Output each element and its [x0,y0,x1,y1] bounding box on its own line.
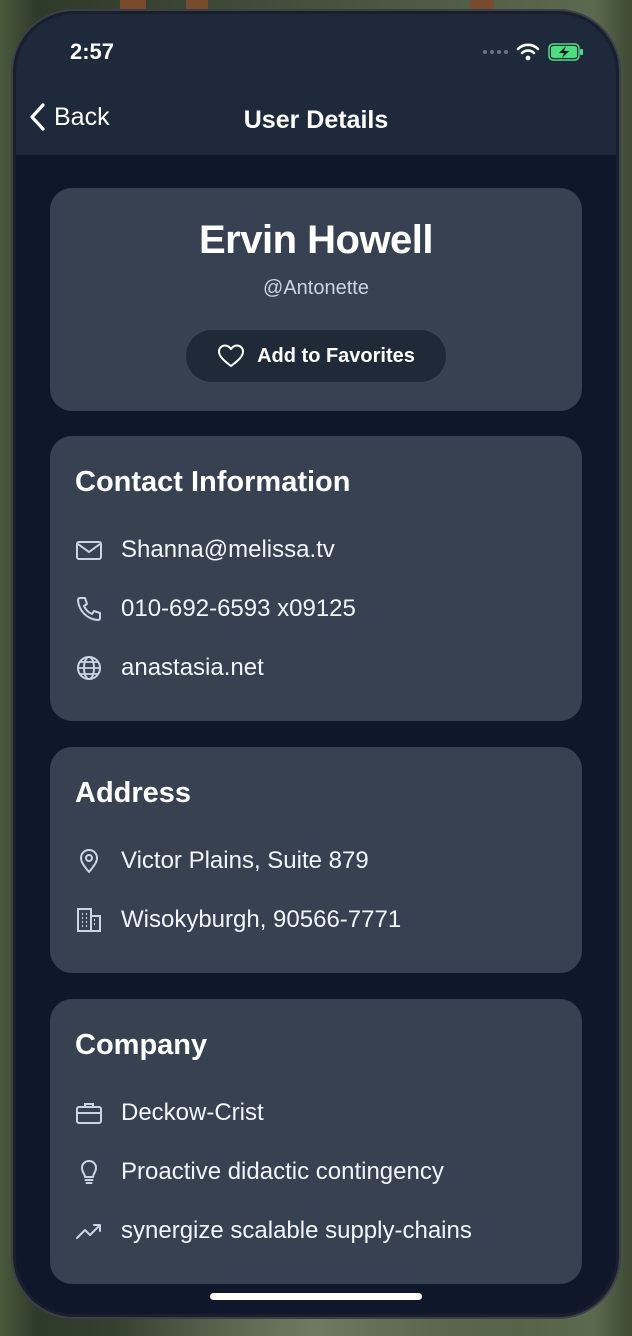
website-value: anastasia.net [121,654,264,681]
address-title: Address [75,777,192,809]
wifi-icon [516,43,540,61]
bs-value: synergize scalable supply-chains [121,1217,472,1244]
status-icons [483,42,584,62]
email-value: Shanna@melissa.tv [121,536,335,563]
user-handle: @Antonette [263,277,369,299]
city-row: Wisokyburgh, 90566-7771 [75,906,401,934]
catch-phrase-row: Proactive didactic contingency [75,1158,444,1186]
building-icon [77,908,101,932]
city-value: Wisokyburgh, 90566-7771 [121,906,402,933]
battery-charging-icon [548,43,583,61]
navigation-header: 2:57 Back User Details [16,14,616,155]
email-row[interactable]: Shanna@melissa.tv [75,536,335,564]
user-name: Ervin Howell [198,218,434,262]
profile-card: Ervin Howell @Antonette Add to Favorites [50,188,582,411]
lightbulb-icon [81,1160,97,1184]
globe-icon [77,656,101,680]
street-value: Victor Plains, Suite 879 [121,847,369,874]
page-title: User Details [243,106,389,134]
address-card: Address Victor Plains, Suite 879 Wisokyb… [50,747,582,973]
company-title: Company [75,1029,208,1061]
envelope-icon [76,541,102,560]
signal-icon [483,50,508,54]
phone-screen: 2:57 Back User Details Ervin Howell @Ant… [16,14,616,1314]
phone-icon [77,597,101,621]
heart-icon [218,344,245,367]
company-card: Company Deckow-Crist Proactive didactic … [50,999,582,1284]
favorite-label: Add to Favorites [257,344,415,367]
briefcase-icon [76,1103,102,1124]
add-to-favorites-button[interactable]: Add to Favorites [186,330,446,382]
contact-card: Contact Information Shanna@melissa.tv 01… [50,436,582,721]
company-name-row: Deckow-Crist [75,1099,264,1127]
contact-title: Contact Information [75,466,351,498]
status-time: 2:57 [70,39,115,64]
phone-row[interactable]: 010-692-6593 x09125 [75,595,356,623]
map-pin-icon [80,849,98,873]
trending-up-icon [76,1224,101,1239]
bs-row: synergize scalable supply-chains [75,1217,472,1245]
phone-value: 010-692-6593 x09125 [121,595,356,622]
catch-phrase-value: Proactive didactic contingency [121,1158,444,1185]
website-row[interactable]: anastasia.net [75,654,264,682]
street-row: Victor Plains, Suite 879 [75,847,369,875]
company-name-value: Deckow-Crist [121,1099,264,1126]
home-indicator[interactable] [210,1293,422,1300]
